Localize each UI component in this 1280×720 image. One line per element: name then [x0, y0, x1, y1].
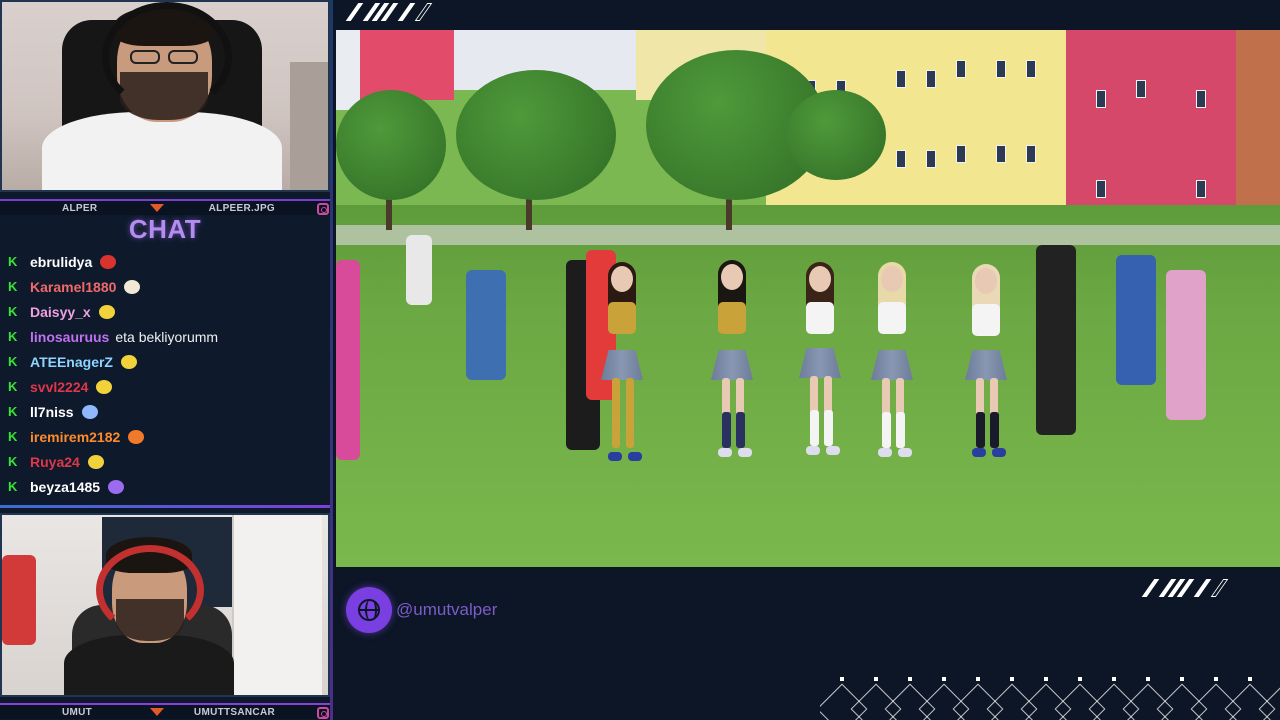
left-panel: ALPER ALPEER.JPG CHAT Kebrulidya K Karamel… — [0, 0, 333, 720]
webcam-bottom — [0, 513, 330, 697]
chat-message: Ksvvl2224 — [8, 374, 328, 399]
diamond-pattern-decoration — [820, 677, 1280, 720]
social-handle[interactable]: @umutvalper — [346, 587, 497, 633]
top-stripes-decoration — [345, 3, 433, 21]
webcam-top-social: ALPEER.JPG — [208, 202, 275, 214]
chat-username[interactable]: ll7niss — [30, 404, 74, 420]
chat-message: K Daisyy_x — [8, 299, 328, 324]
yellow-emote — [87, 454, 104, 469]
hand-emote — [124, 279, 141, 294]
stream-footer: @umutvalper — [336, 567, 1280, 720]
chat-username[interactable]: ATEEnagerZ — [30, 354, 113, 370]
webcam-top-name: ALPER — [62, 202, 98, 214]
chat-message: Klinosauruus eta bekliyorumm — [8, 324, 328, 349]
chat-list: Kebrulidya K Karamel1880 K Daisyy_x Klinosaur… — [8, 249, 328, 499]
instagram-icon — [317, 707, 329, 719]
webcam-top-namebar: ALPER ALPEER.JPG — [0, 199, 333, 215]
butterfly-emote — [81, 404, 98, 419]
chat-username[interactable]: Daisyy_x — [30, 304, 91, 320]
chat-divider — [0, 505, 333, 508]
headset-icon — [102, 2, 232, 112]
video-player[interactable] — [336, 30, 1280, 567]
chat-username[interactable]: beyza1485 — [30, 479, 100, 495]
chat-message: K Ruya24 — [8, 449, 328, 474]
kick-badge-icon: K — [8, 354, 18, 369]
yellow-emote — [98, 304, 115, 319]
chat-username[interactable]: iremirem2182 — [30, 429, 120, 445]
kick-badge-icon: K — [8, 429, 18, 444]
kick-badge-icon: K — [8, 304, 18, 319]
kick-badge-icon: K — [8, 329, 18, 344]
chat-message: Kiremirem2182 — [8, 424, 328, 449]
kick-badge-icon: K — [8, 479, 18, 494]
kick-badge-icon: K — [8, 404, 18, 419]
red-hat-emote — [100, 254, 117, 269]
webcam-bottom-namebar: UMUT UMUTTSANCAR — [0, 703, 333, 719]
webcam-top — [0, 0, 330, 192]
jersey — [42, 112, 282, 190]
chat-message-text: eta bekliyorumm — [115, 328, 219, 345]
chat-message: Kll7niss — [8, 399, 328, 424]
triangle-marker-icon — [150, 708, 164, 716]
chat-username[interactable]: linosauruus — [30, 329, 109, 345]
heart-emote — [108, 479, 125, 494]
kick-badge-icon: K — [8, 454, 18, 469]
chat-username[interactable]: ebrulidya — [30, 254, 92, 270]
handle-text: @umutvalper — [396, 600, 498, 619]
chat-username[interactable]: Ruya24 — [30, 454, 80, 470]
triangle-marker-icon — [150, 204, 164, 212]
footer-stripes-decoration — [1141, 579, 1229, 597]
chat-message: K Karamel1880 — [8, 274, 328, 299]
chat-message: Kbeyza1485 — [8, 474, 328, 499]
kick-badge-icon: K — [8, 379, 18, 394]
globe-icon — [346, 587, 392, 633]
yellow-emote — [96, 379, 113, 394]
yellow-emote — [120, 354, 137, 369]
cat-emote — [128, 429, 145, 444]
microphone-icon — [2, 555, 36, 645]
chat-username[interactable]: Karamel1880 — [30, 279, 116, 295]
kick-badge-icon: K — [8, 279, 18, 294]
chat-message: Kebrulidya — [8, 249, 328, 274]
chat-username[interactable]: svvl2224 — [30, 379, 88, 395]
panel-divider — [330, 0, 333, 720]
stream-overlay: ALPER ALPEER.JPG CHAT Kebrulidya K Karamel… — [0, 0, 1280, 720]
chat-title: CHAT — [128, 214, 202, 244]
chat-message: K ATEEnagerZ — [8, 349, 328, 374]
webcam-bottom-name: UMUT — [62, 706, 93, 718]
webcam-bottom-social: UMUTTSANCAR — [193, 706, 275, 718]
kick-badge-icon: K — [8, 254, 18, 269]
